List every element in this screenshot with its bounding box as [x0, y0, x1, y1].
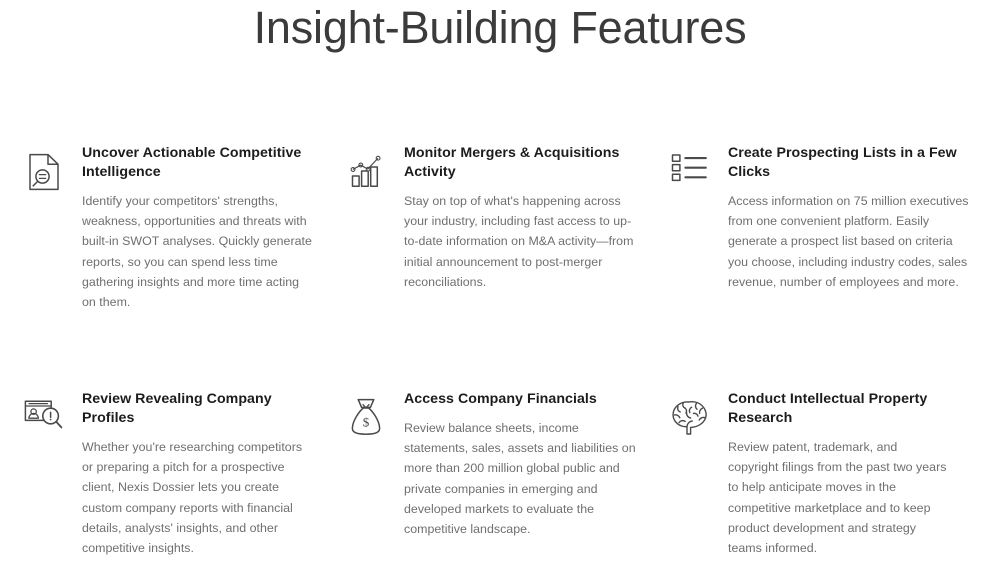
feature-card-title: Monitor Mergers & Acquisitions Activity [404, 145, 620, 180]
svg-text:$: $ [363, 415, 370, 430]
feature-card-create-prospecting-lists: Create Prospecting Lists in a Few Clicks… [660, 144, 1000, 389]
feature-card-body: Create Prospecting Lists in a Few Clicks… [712, 144, 982, 292]
money-bag-icon: $ [344, 389, 388, 435]
bar-chart-trend-icon [344, 144, 388, 188]
feature-card-title: Review Revealing Company Profiles [82, 391, 272, 426]
feature-card-conduct-intellectual-property-research: Conduct Intellectual Property Research R… [660, 389, 1000, 558]
features-grid: Uncover Actionable Competitive Intellige… [0, 144, 1000, 558]
feature-card-title: Create Prospecting Lists in a Few Clicks [728, 145, 957, 180]
feature-card-text: Review balance sheets, income statements… [404, 421, 636, 537]
feature-card-body: Monitor Mergers & Acquisitions Activity … [388, 144, 642, 292]
feature-card-access-company-financials: $ Access Company Financials Review balan… [332, 389, 660, 558]
feature-card-text: Identify your competitors' strengths, we… [82, 194, 312, 310]
feature-card-monitor-mergers-acquisitions-activity: Monitor Mergers & Acquisitions Activity … [332, 144, 660, 389]
feature-card-body: Review Revealing Company Profiles Whethe… [66, 389, 314, 558]
feature-card-title: Access Company Financials [404, 391, 597, 407]
checklist-icon [668, 144, 712, 188]
page-title: Insight-Building Features [253, 2, 747, 53]
feature-card-review-revealing-company-profiles: Review Revealing Company Profiles Whethe… [0, 389, 332, 558]
feature-card-text: Stay on top of what's happening across y… [404, 194, 634, 289]
feature-card-body: Conduct Intellectual Property Research R… [712, 389, 982, 558]
feature-card-uncover-actionable-competitive-intelligence: Uncover Actionable Competitive Intellige… [0, 144, 332, 389]
feature-card-text: Whether you're researching competitors o… [82, 440, 303, 556]
feature-card-title: Uncover Actionable Competitive Intellige… [82, 145, 302, 180]
feature-card-body: Uncover Actionable Competitive Intellige… [66, 144, 314, 312]
feature-card-title: Conduct Intellectual Property Research [728, 391, 928, 426]
document-search-icon [22, 144, 66, 191]
feature-card-text: Access information on 75 million executi… [728, 194, 969, 289]
feature-card-body: Access Company Financials Review balance… [388, 389, 642, 539]
profile-card-search-icon [22, 389, 66, 433]
brain-icon [668, 389, 712, 435]
feature-card-text: Review patent, trademark, and copyright … [728, 440, 947, 556]
